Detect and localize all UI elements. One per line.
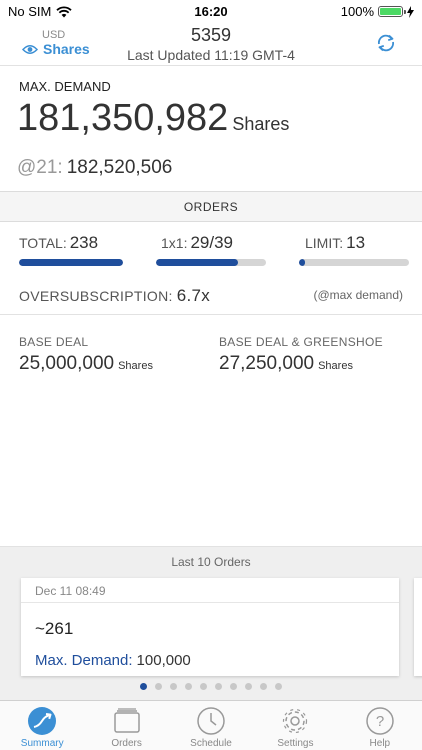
price-demand-value: 182,520,506 [66, 157, 173, 178]
greenshoe-deal-number: 27,250,000 [219, 353, 315, 374]
page-dot[interactable] [155, 683, 162, 690]
base-deal: BASE DEAL 25,000,000 Shares [19, 335, 153, 375]
tab-summary-label: Summary [20, 738, 64, 749]
page-dot[interactable] [275, 683, 282, 690]
limit-orders-stat: LIMIT: 13 [305, 233, 365, 253]
order-card[interactable]: Dec 11 08:49 ~261 Max. Demand: 100,000 [21, 578, 399, 676]
page-indicator[interactable] [0, 683, 422, 690]
section-divider [0, 314, 422, 315]
last-orders-title: Last 10 Orders [171, 555, 251, 569]
battery-icon [378, 6, 406, 17]
oversubscription-value: 6.7x [176, 286, 211, 305]
base-deal-value: 25,000,000 Shares [19, 353, 153, 375]
total-orders-label: TOTAL: [19, 235, 67, 251]
base-deal-label: BASE DEAL [19, 335, 89, 349]
tab-help-label: Help [369, 738, 391, 749]
order-demand-value: 100,000 [136, 652, 191, 669]
tab-settings-label: Settings [277, 738, 314, 749]
one-on-one-value: 29/39 [190, 233, 234, 252]
page-dot[interactable] [245, 683, 252, 690]
help-icon: ? [366, 707, 394, 735]
one-on-one-stat: 1x1: 29/39 [161, 233, 233, 253]
tab-help[interactable]: ? Help [338, 701, 422, 750]
page-dot[interactable] [200, 683, 207, 690]
tab-bar: Summary Orders Schedule Settings ? Help [0, 700, 422, 750]
greenshoe-deal-label: BASE DEAL & GREENSHOE [219, 335, 383, 349]
limit-orders-bar [299, 259, 409, 266]
charging-icon [407, 5, 414, 18]
page-dot[interactable] [170, 683, 177, 690]
total-orders-bar-fill [19, 259, 123, 266]
greenshoe-deal-value: 27,250,000 Shares [219, 353, 383, 375]
page-dot[interactable] [140, 683, 147, 690]
base-deal-unit: Shares [118, 360, 153, 372]
oversubscription: OVERSUBSCRIPTION: 6.7x [19, 286, 210, 306]
order-amount: ~261 [35, 619, 74, 638]
next-order-card[interactable] [414, 578, 422, 676]
greenshoe-deal-unit: Shares [318, 360, 353, 372]
status-bar: No SIM 16:20 100% [0, 0, 422, 22]
folder-icon [113, 708, 140, 733]
battery-level [380, 8, 401, 15]
battery-percent: 100% [340, 4, 374, 19]
chart-icon [28, 707, 57, 735]
nav-header: USD Shares 5359 Last Updated 11:19 GMT-4 [0, 22, 422, 66]
order-demand: Max. Demand: 100,000 [35, 652, 191, 669]
price-demand-label: @21: [17, 157, 63, 178]
order-date: Dec 11 08:49 [35, 584, 106, 598]
order-card-divider [21, 602, 399, 603]
clock-icon [197, 707, 225, 735]
status-right: 100% [341, 4, 414, 19]
page-dot[interactable] [230, 683, 237, 690]
oversubscription-note: (@max demand) [313, 288, 403, 302]
limit-orders-label: LIMIT: [305, 235, 344, 251]
oversubscription-label: OVERSUBSCRIPTION: [19, 288, 173, 304]
tab-orders-label: Orders [111, 738, 142, 749]
tab-schedule[interactable]: Schedule [169, 701, 253, 750]
total-orders-value: 238 [69, 233, 99, 252]
svg-text:?: ? [376, 713, 384, 730]
tab-settings[interactable]: Settings [253, 701, 337, 750]
greenshoe-deal: BASE DEAL & GREENSHOE 27,250,000 Shares [219, 335, 383, 375]
page-dot[interactable] [215, 683, 222, 690]
tab-orders[interactable]: Orders [84, 701, 168, 750]
max-demand-unit: Shares [232, 114, 290, 134]
total-orders-bar [19, 259, 123, 266]
page-title: 5359 [190, 25, 232, 45]
max-demand-label: MAX. DEMAND [19, 79, 111, 94]
last-orders-panel: Last 10 Orders Dec 11 08:49 ~261 Max. De… [0, 546, 422, 700]
orders-section-header: ORDERS [0, 191, 422, 222]
page-dot[interactable] [260, 683, 267, 690]
price-demand: @21: 182,520,506 [17, 157, 172, 179]
refresh-icon[interactable] [374, 31, 398, 55]
tab-summary[interactable]: Summary [0, 701, 84, 750]
one-on-one-label: 1x1: [161, 235, 188, 251]
total-orders-stat: TOTAL: 238 [19, 233, 98, 253]
last-updated: Last Updated 11:19 GMT-4 [127, 47, 295, 63]
page-dot[interactable] [185, 683, 192, 690]
order-demand-label: Max. Demand: [35, 652, 133, 669]
gear-icon [283, 708, 308, 734]
max-demand-number: 181,350,982 [17, 97, 229, 139]
limit-orders-bar-fill [299, 259, 306, 266]
tab-schedule-label: Schedule [190, 738, 232, 749]
one-on-one-bar [156, 259, 266, 266]
limit-orders-value: 13 [346, 233, 366, 252]
max-demand-value: 181,350,982 Shares [17, 97, 289, 140]
base-deal-number: 25,000,000 [19, 353, 115, 374]
one-on-one-bar-fill [156, 259, 238, 266]
